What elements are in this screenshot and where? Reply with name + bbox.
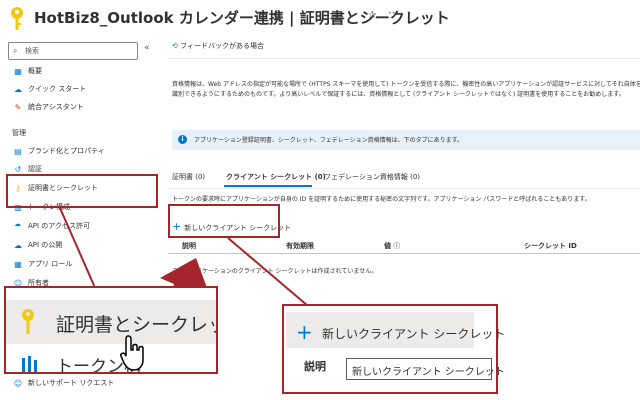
blade-header: HotBiz8_Outlook カレンダー連携 | 証明書とシークレット ✰ ·…: [0, 0, 640, 36]
empty-state-text: このアプリケーションのクライアント シークレットは作成されていません。: [172, 268, 378, 275]
tab-client-secrets[interactable]: クライアント シークレット (0): [226, 172, 326, 182]
sidebar-item-label: 統合アシスタント: [28, 103, 84, 111]
divider: [168, 253, 640, 254]
description-line: 識別できるようにするためのものです。より高いレベルで保証するには、資格情報として…: [172, 91, 625, 98]
expose-api-icon: ☁: [14, 240, 22, 250]
info-banner: i アプリケーション登録証明書、シークレット、フェデレーション資格情報は、下のタ…: [172, 130, 640, 150]
highlight-box-new-secret-button: [168, 204, 280, 238]
overview-icon: ▦: [14, 66, 22, 76]
search-icon: ⌕: [13, 46, 18, 55]
tab-federated-credentials[interactable]: フェデレーション資格情報 (0): [324, 172, 420, 182]
sidebar-item-label: 新しいサポート リクエスト: [28, 379, 115, 387]
branding-icon: ▤: [14, 146, 22, 156]
app-roles-icon: ▦: [14, 259, 22, 269]
sidebar-item-quickstart[interactable]: ☁ クイック スタート: [12, 82, 86, 96]
zoom-new-secret-button: + 新しいクライアント シークレット: [286, 312, 505, 348]
sidebar-item-api-permissions[interactable]: ☂ API のアクセス許可: [12, 219, 90, 233]
zoom-callout-sidebar: 証明書とシークレット トークン構: [4, 286, 218, 374]
search-placeholder: 検索: [25, 47, 39, 55]
sidebar-item-integration-assistant[interactable]: ✎ 統合アシスタント: [12, 100, 84, 114]
sidebar-item-new-support-request[interactable]: ☺ 新しいサポート リクエスト: [12, 376, 114, 390]
zoom-label-certificates: 証明書とシークレット: [56, 314, 216, 336]
sidebar-item-label: API のアクセス許可: [28, 222, 90, 230]
feedback-label: フィードバックがある場合: [180, 42, 264, 50]
feedback-link[interactable]: ⟲ フィードバックがある場合: [172, 41, 264, 51]
api-permissions-icon: ☂: [14, 221, 22, 231]
column-header-expires[interactable]: 有効期限: [286, 241, 314, 251]
description-line: 資格情報は、Web アドレスの指定が可能な場所で (HTTPS スキーマを使用し…: [172, 81, 640, 88]
zoom-callout-button: + 新しいクライアント シークレット 説明 新しいクライアント シークレット: [282, 304, 505, 394]
sidebar-item-app-roles[interactable]: ▦ アプリ ロール: [12, 257, 72, 271]
column-header-description[interactable]: 説明: [182, 241, 196, 251]
divider: [168, 58, 640, 59]
sidebar-item-label: ブランド化とプロパティ: [28, 147, 105, 155]
tab-certificates[interactable]: 証明書 (0): [172, 172, 205, 182]
tab-description: トークンの要求時にアプリケーションが自身の ID を証明するために使用する秘密の…: [172, 196, 591, 203]
sidebar-item-label: アプリ ロール: [28, 260, 73, 268]
info-icon: i: [178, 135, 187, 144]
zoom-column-description: 説明: [304, 360, 326, 373]
cloud-icon: ☁: [14, 84, 22, 94]
feedback-icon: ⟲: [172, 42, 181, 50]
pin-icon[interactable]: ✰: [368, 10, 376, 21]
hand-cursor-icon: [120, 335, 144, 371]
manage-section-label: 管理: [12, 129, 26, 137]
sidebar-item-label: 概要: [28, 67, 42, 75]
active-tab-indicator: [224, 185, 312, 187]
token-icon: [22, 356, 37, 372]
column-header-value-label: 値: [384, 242, 391, 250]
search-input[interactable]: ⌕ 検索: [8, 42, 138, 60]
sidebar-item-label: API の公開: [28, 241, 63, 249]
sidebar-item-label: 認証: [28, 165, 42, 173]
more-options-icon[interactable]: ···: [388, 6, 399, 20]
key-icon: [22, 309, 34, 334]
support-icon: ☺: [13, 378, 23, 388]
sidebar-item-branding[interactable]: ▤ ブランド化とプロパティ: [12, 144, 105, 158]
column-header-secret-id[interactable]: シークレット ID: [524, 241, 577, 251]
column-header-value[interactable]: 値 ⓘ: [384, 241, 400, 251]
description-text: 資格情報は、Web アドレスの指定が可能な場所で (HTTPS スキーマを使用し…: [172, 80, 640, 100]
collapse-sidebar-icon[interactable]: «: [144, 43, 150, 53]
sidebar-item-expose-api[interactable]: ☁ API の公開: [12, 238, 62, 252]
sidebar-item-overview[interactable]: ▦ 概要: [12, 64, 42, 78]
rocket-icon: ✎: [14, 102, 22, 112]
tooltip: 新しいクライアント シークレット: [346, 358, 505, 380]
plus-icon: +: [296, 320, 313, 344]
auth-icon: ↺: [14, 164, 22, 174]
key-icon: [11, 7, 23, 30]
info-circle-icon: ⓘ: [391, 242, 401, 250]
sidebar-item-label: クイック スタート: [28, 85, 87, 93]
info-text: アプリケーション登録証明書、シークレット、フェデレーション資格情報は、下のタブに…: [194, 137, 464, 144]
zoom-new-secret-label: 新しいクライアント シークレット: [322, 327, 506, 341]
divider: [168, 188, 640, 189]
highlight-box-sidebar-item: [6, 174, 158, 208]
